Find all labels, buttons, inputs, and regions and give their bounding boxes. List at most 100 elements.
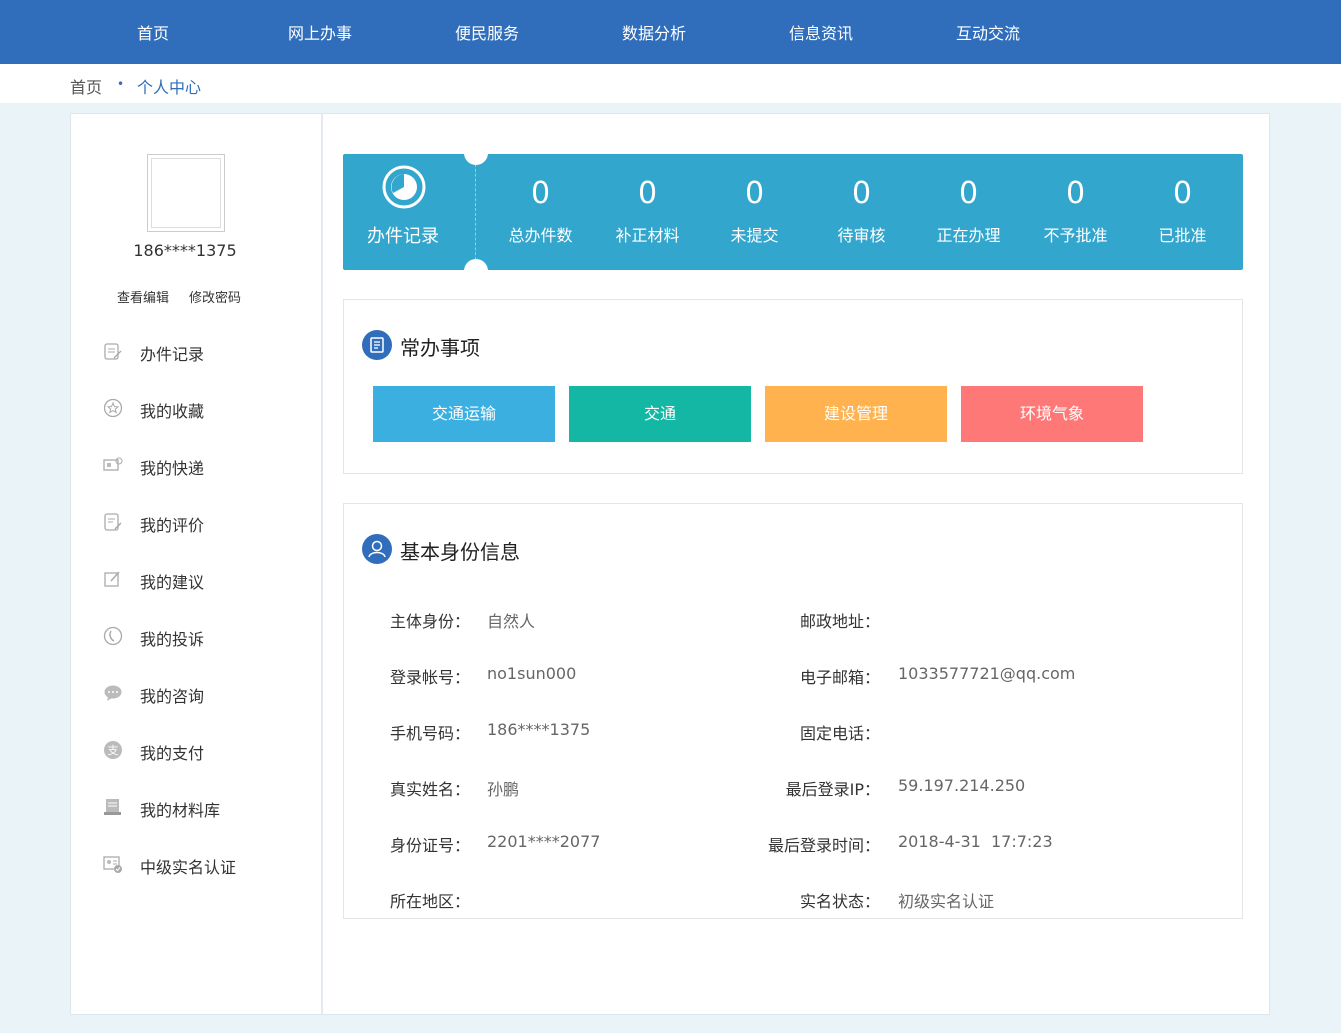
stat-label: 总办件数 <box>508 226 573 245</box>
sidebar-menu: 办件记录 我的收藏 我的快递 我的评价 我的建议 我的投诉 我的咨询 支 我的支… <box>103 338 303 908</box>
breadcrumb: 首页 • 个人中心 <box>0 64 1341 103</box>
list-icon <box>362 330 392 360</box>
sidebar-item-label: 我的评价 <box>140 516 205 535</box>
change-password-link[interactable]: 修改密码 <box>189 291 241 306</box>
stat-value: 0 <box>1065 176 1086 211</box>
field-last-ip: 最后登录IP： 59.197.214.250 <box>344 776 1242 800</box>
stat-value: 0 <box>958 176 979 211</box>
sidebar-item-verification[interactable]: 中级实名认证 <box>103 851 303 908</box>
stat-value: 0 <box>851 176 872 211</box>
user-icon <box>362 534 392 564</box>
stat-label: 待审核 <box>837 226 886 245</box>
quick-transport-button[interactable]: 交通运输 <box>373 386 555 442</box>
sidebar-item-label: 我的支付 <box>140 744 205 763</box>
user-phone: 186****1375 <box>133 241 237 260</box>
stat-total[interactable]: 0 总办件数 <box>487 154 594 270</box>
stat-label: 未提交 <box>730 226 779 245</box>
stat-unsubmitted[interactable]: 0 未提交 <box>701 154 808 270</box>
field-value: 2018-4-31 17:7:23 <box>898 832 1053 851</box>
records-icon <box>104 343 122 360</box>
express-icon <box>103 457 123 471</box>
sidebar-item-label: 我的投诉 <box>140 630 205 649</box>
quick-environment-button[interactable]: 环境气象 <box>961 386 1143 442</box>
breadcrumb-separator: • <box>117 77 125 91</box>
sidebar-item-reviews[interactable]: 我的评价 <box>103 509 303 566</box>
field-key: 固定电话： <box>799 724 880 743</box>
stat-label: 正在办理 <box>936 226 1001 245</box>
sidebar-item-label: 办件记录 <box>140 345 205 364</box>
stat-pending-review[interactable]: 0 待审核 <box>808 154 915 270</box>
stat-value: 0 <box>1172 176 1193 211</box>
stat-value: 0 <box>744 176 765 211</box>
view-edit-link[interactable]: 查看编辑 <box>117 291 169 306</box>
sidebar-item-suggestions[interactable]: 我的建议 <box>103 566 303 623</box>
main-panel: 186****1375 查看编辑 修改密码 办件记录 我的收藏 我的快递 我的评价 <box>70 113 1270 1015</box>
field-value: 59.197.214.250 <box>898 776 1026 795</box>
quick-traffic-button[interactable]: 交通 <box>569 386 751 442</box>
field-value: 1033577721@qq.com <box>898 664 1076 683</box>
sidebar-item-consult[interactable]: 我的咨询 <box>103 680 303 737</box>
field-key: 最后登录时间： <box>767 836 880 855</box>
field-postal-address: 邮政地址： <box>344 608 1242 632</box>
field-landline: 固定电话： <box>344 720 1242 744</box>
nav-home[interactable]: 首页 <box>93 0 213 64</box>
field-verification-status: 实名状态： 初级实名认证 <box>344 888 1242 912</box>
stat-approved[interactable]: 0 已批准 <box>1129 154 1236 270</box>
chat-icon <box>104 685 122 701</box>
field-key: 电子邮箱： <box>799 668 880 687</box>
sidebar-item-label: 我的收藏 <box>140 402 205 421</box>
breadcrumb-home[interactable]: 首页 <box>70 74 102 98</box>
field-last-login-time: 最后登录时间： 2018-4-31 17:7:23 <box>344 832 1242 856</box>
sidebar-item-express[interactable]: 我的快递 <box>103 452 303 509</box>
nav-interaction[interactable]: 互动交流 <box>928 0 1048 64</box>
field-value: 初级实名认证 <box>898 892 995 911</box>
stat-value: 0 <box>530 176 551 211</box>
profile-links: 查看编辑 修改密码 <box>117 287 261 306</box>
nav-data-analysis[interactable]: 数据分析 <box>594 0 714 64</box>
sidebar-item-label: 中级实名认证 <box>140 858 237 877</box>
svg-text:支: 支 <box>108 744 119 757</box>
sidebar: 186****1375 查看编辑 修改密码 办件记录 我的收藏 我的快递 我的评价 <box>71 114 323 1014</box>
identity-box: 基本身份信息 主体身份： 自然人 登录帐号： no1sun000 手机号码： 1… <box>343 503 1243 919</box>
top-nav: 首页 网上办事 便民服务 数据分析 信息资讯 互动交流 <box>0 0 1341 64</box>
stat-processing[interactable]: 0 正在办理 <box>915 154 1022 270</box>
stat-label: 已批准 <box>1158 226 1207 245</box>
nav-online-services[interactable]: 网上办事 <box>260 0 380 64</box>
common-items-box: 常办事项 交通运输 交通 建设管理 环境气象 <box>343 299 1243 474</box>
stat-supplement[interactable]: 0 补正材料 <box>594 154 701 270</box>
quick-construction-button[interactable]: 建设管理 <box>765 386 947 442</box>
avatar <box>147 154 225 232</box>
edit-icon <box>104 571 120 587</box>
breadcrumb-current: 个人中心 <box>137 78 202 97</box>
stat-label: 不予批准 <box>1043 226 1108 245</box>
records-label: 办件记录 <box>367 226 439 247</box>
stat-label: 补正材料 <box>615 226 680 245</box>
nav-news[interactable]: 信息资讯 <box>761 0 881 64</box>
sidebar-item-favorites[interactable]: 我的收藏 <box>103 395 303 452</box>
stats-bar: 办件记录 0 总办件数 0 补正材料 0 未提交 0 待审核 0 正在办理 0 … <box>343 153 1243 271</box>
star-icon <box>103 398 123 418</box>
sidebar-item-label: 我的快递 <box>140 459 205 478</box>
phone-icon <box>103 626 123 646</box>
sidebar-item-label: 我的建议 <box>140 573 205 592</box>
records-summary[interactable]: 办件记录 <box>343 154 476 270</box>
sidebar-item-label: 我的咨询 <box>140 687 205 706</box>
field-key: 邮政地址： <box>799 612 880 631</box>
sidebar-item-payment[interactable]: 支 我的支付 <box>103 737 303 794</box>
clock-icon <box>382 165 426 209</box>
field-key: 最后登录IP： <box>785 780 880 799</box>
library-icon <box>104 799 121 815</box>
sidebar-item-library[interactable]: 我的材料库 <box>103 794 303 851</box>
sidebar-item-records[interactable]: 办件记录 <box>103 338 303 395</box>
review-icon <box>104 513 122 531</box>
sidebar-item-label: 我的材料库 <box>140 801 221 820</box>
nav-convenience[interactable]: 便民服务 <box>427 0 547 64</box>
payment-icon: 支 <box>104 741 122 759</box>
field-email: 电子邮箱： 1033577721@qq.com <box>344 664 1242 688</box>
stat-value: 0 <box>637 176 658 211</box>
id-verify-icon <box>103 856 122 873</box>
field-key: 实名状态： <box>799 892 880 911</box>
section-title: 常办事项 <box>400 336 480 360</box>
sidebar-item-complaints[interactable]: 我的投诉 <box>103 623 303 680</box>
stat-rejected[interactable]: 0 不予批准 <box>1022 154 1129 270</box>
